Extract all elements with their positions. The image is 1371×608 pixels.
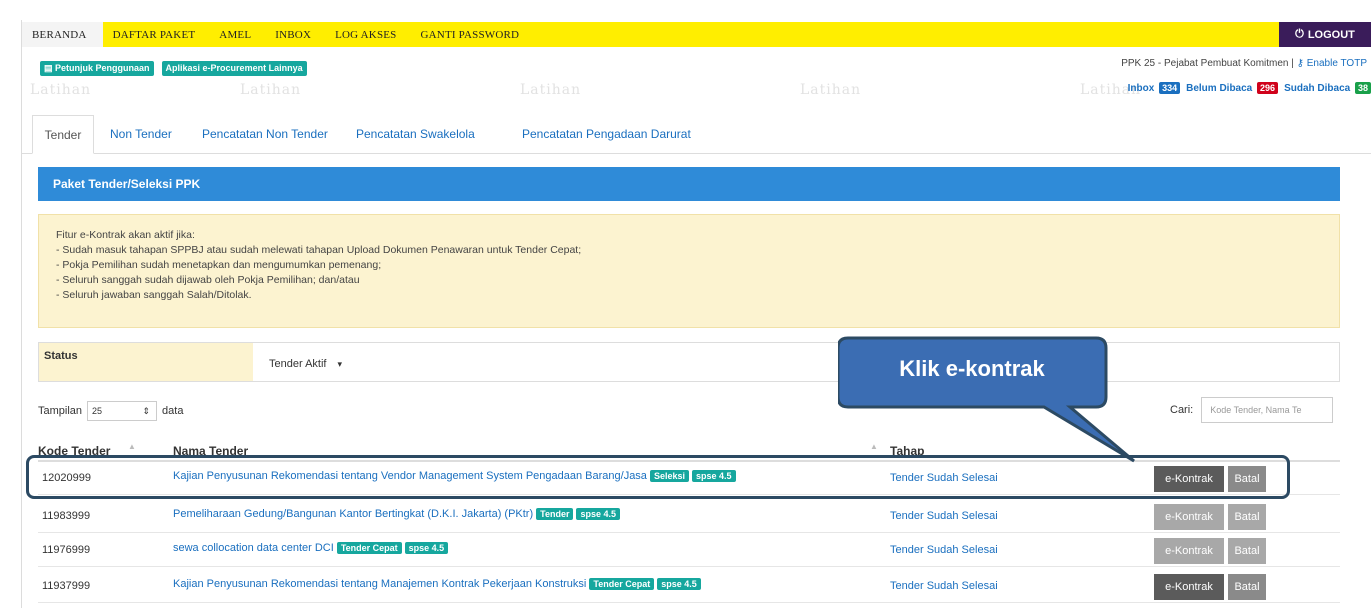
notice-line: Fitur e-Kontrak akan aktif jika: xyxy=(56,229,195,241)
e-kontrak-button[interactable]: e-Kontrak xyxy=(1154,574,1224,600)
totp-label: Enable TOTP xyxy=(1306,58,1367,69)
updown-icon: ⇕ xyxy=(142,405,151,416)
read-label: Sudah Dibaca xyxy=(1284,83,1351,94)
status-dropdown[interactable]: Tender Aktif ▾ xyxy=(269,358,342,370)
unread-label: Belum Dibaca xyxy=(1186,83,1253,94)
nav-log-akses[interactable]: LOG AKSES xyxy=(325,22,410,47)
tab-pencatatan-non-tender[interactable]: Pencatatan Non Tender xyxy=(202,115,328,153)
panel-title: Paket Tender/Seleksi PPK xyxy=(38,167,1340,201)
kode-tender: 11976999 xyxy=(42,544,91,556)
notice-line: - Sudah masuk tahapan SPPBJ atau sudah m… xyxy=(56,244,582,256)
watermark-text: Latihan xyxy=(520,82,582,98)
watermark-text: Latihan xyxy=(800,82,862,98)
table-row: 11937999 Kajian Penyusunan Rekomendasi t… xyxy=(38,570,1340,603)
inbox-counters: Inbox 334 Belum Dibaca 296 Sudah Dibaca … xyxy=(1128,82,1371,94)
notice-line: - Seluruh sanggah sudah dijawab oleh Pok… xyxy=(56,274,360,286)
tag-badge: Tender Cepat xyxy=(336,542,402,554)
tab-bar: Tender Non Tender Pencatatan Non Tender … xyxy=(22,115,1371,154)
nav-ganti-password[interactable]: GANTI PASSWORD xyxy=(411,22,534,47)
callout-text: Klik e-kontrak xyxy=(899,356,1045,381)
tender-link[interactable]: Kajian Penyusunan Rekomendasi tentang Ma… xyxy=(173,578,586,590)
nav-beranda[interactable]: BERANDA xyxy=(22,22,103,47)
tag-badge: spse 4.5 xyxy=(576,508,621,520)
tag-badge: Tender Cepat xyxy=(589,578,655,590)
inbox-label: Inbox xyxy=(1127,83,1155,94)
nav-inbox[interactable]: INBOX xyxy=(265,22,325,47)
nav-amel[interactable]: AMEL xyxy=(209,22,265,47)
page-length-select[interactable]: 25 ⇕ xyxy=(87,401,158,421)
nama-tender: Kajian Penyusunan Rekomendasi tentang Ma… xyxy=(173,578,701,590)
tahap-link[interactable]: Tender Sudah Selesai xyxy=(890,580,998,592)
user-info: PPK 25 - Pejabat Pembuat Komitmen | ⚷ En… xyxy=(1121,58,1367,69)
tab-pencatatan-pengadaan-darurat[interactable]: Pencatatan Pengadaan Darurat xyxy=(522,115,691,153)
frame-left xyxy=(0,0,22,608)
table-row: 11976999 sewa collocation data center DC… xyxy=(38,534,1340,567)
inbox-link[interactable]: Inbox 334 xyxy=(1127,82,1181,94)
logout-label: LOGOUT xyxy=(1307,28,1355,41)
callout-annotation: Klik e-kontrak xyxy=(838,335,1140,463)
tender-link[interactable]: sewa collocation data center DCI xyxy=(173,542,334,554)
page-length: Tampilan 25 ⇕ data xyxy=(38,401,183,421)
petunjuk-label: Petunjuk Penggunaan xyxy=(55,63,150,73)
batal-button[interactable]: Batal xyxy=(1228,538,1266,564)
tampilan-suffix: data xyxy=(162,405,184,417)
totp-link[interactable]: ⚷ Enable TOTP xyxy=(1297,58,1367,69)
batal-button[interactable]: Batal xyxy=(1228,504,1266,530)
status-value: Tender Aktif xyxy=(269,358,327,370)
batal-button[interactable]: Batal xyxy=(1228,574,1266,600)
tag-badge: Tender xyxy=(536,508,574,520)
e-kontrak-button[interactable]: e-Kontrak xyxy=(1154,538,1224,564)
nama-tender: Pemeliharaan Gedung/Bangunan Kantor Bert… xyxy=(173,508,621,520)
table-row: 11983999 Pemeliharaan Gedung/Bangunan Ka… xyxy=(38,500,1340,533)
tab-non-tender[interactable]: Non Tender xyxy=(110,115,172,153)
power-icon: ⏻ xyxy=(1295,28,1304,40)
tag-badge: spse 4.5 xyxy=(657,578,701,590)
kode-tender: 11937999 xyxy=(42,580,91,592)
search-area: Cari: Kode Tender, Nama Te xyxy=(1170,397,1334,423)
frame-divider xyxy=(21,20,22,608)
petunjuk-link[interactable]: ▤ Petunjuk Penggunaan xyxy=(40,61,154,76)
page-length-value: 25 xyxy=(92,406,103,416)
search-label: Cari: xyxy=(1170,404,1194,416)
aplikasi-link[interactable]: Aplikasi e-Procurement Lainnya xyxy=(161,61,307,76)
sublinks: ▤ Petunjuk Penggunaan Aplikasi e-Procure… xyxy=(40,61,307,76)
unread-count-badge: 296 xyxy=(1257,82,1279,94)
key-icon: ⚷ xyxy=(1296,58,1304,69)
tahap-link[interactable]: Tender Sudah Selesai xyxy=(890,510,998,522)
status-filter: Status Tender Aktif ▾ xyxy=(38,342,1340,382)
tab-tender[interactable]: Tender xyxy=(32,115,94,154)
watermark-text: Latihan xyxy=(30,82,92,98)
tag-badge: spse 4.5 xyxy=(404,542,449,554)
tampilan-label: Tampilan xyxy=(38,405,83,417)
tab-pencatatan-swakelola[interactable]: Pencatatan Swakelola xyxy=(356,115,475,153)
tahap-link[interactable]: Tender Sudah Selesai xyxy=(890,544,998,556)
e-kontrak-button[interactable]: e-Kontrak xyxy=(1154,504,1224,530)
status-label: Status xyxy=(39,343,253,381)
callout-shape xyxy=(838,336,1135,463)
book-icon: ▤ xyxy=(44,63,56,73)
logout-button[interactable]: ⏻ LOGOUT xyxy=(1279,22,1371,47)
notice-box: Fitur e-Kontrak akan aktif jika: - Sudah… xyxy=(38,214,1340,328)
tender-link[interactable]: Pemeliharaan Gedung/Bangunan Kantor Bert… xyxy=(173,508,533,520)
read-count-badge: 38 xyxy=(1354,82,1371,94)
nama-tender: sewa collocation data center DCI Tender C… xyxy=(173,542,449,554)
kode-tender: 11983999 xyxy=(42,510,91,522)
search-input[interactable]: Kode Tender, Nama Te xyxy=(1201,397,1334,423)
sort-icon: ▲ xyxy=(128,442,136,451)
read-link[interactable]: Sudah Dibaca 38 xyxy=(1284,82,1371,94)
top-navbar: BERANDA DAFTAR PAKET AMEL INBOX LOG AKSE… xyxy=(22,22,1371,47)
notice-line: - Seluruh jawaban sanggah Salah/Ditolak. xyxy=(56,289,252,301)
watermark-text: Latihan xyxy=(240,82,302,98)
notice-line: - Pokja Pemilihan sudah menetapkan dan m… xyxy=(56,259,382,271)
caret-down-icon: ▾ xyxy=(337,359,343,369)
user-role: PPK 25 - Pejabat Pembuat Komitmen | xyxy=(1121,58,1294,69)
frame-top xyxy=(0,0,1371,22)
nav-daftar-paket[interactable]: DAFTAR PAKET xyxy=(103,22,210,47)
inbox-count-badge: 334 xyxy=(1159,82,1181,94)
unread-link[interactable]: Belum Dibaca 296 xyxy=(1186,82,1279,94)
